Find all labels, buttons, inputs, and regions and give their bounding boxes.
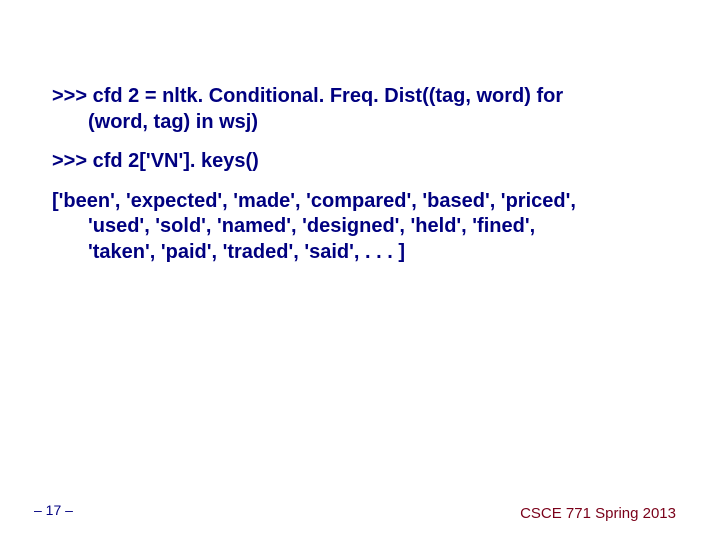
code-line: 'taken', 'paid', 'traded', 'said', . . .… bbox=[52, 240, 680, 266]
course-label: CSCE 771 Spring 2013 bbox=[520, 505, 676, 522]
code-line: (word, tag) in wsj) bbox=[52, 110, 680, 136]
code-line: ['been', 'expected', 'made', 'compared',… bbox=[52, 189, 680, 215]
code-block-3: ['been', 'expected', 'made', 'compared',… bbox=[52, 189, 680, 266]
slide-container: >>> cfd 2 = nltk. Conditional. Freq. Dis… bbox=[0, 0, 720, 540]
page-number: – 17 – bbox=[34, 502, 73, 518]
slide-content: >>> cfd 2 = nltk. Conditional. Freq. Dis… bbox=[52, 84, 680, 280]
code-line: >>> cfd 2['VN']. keys() bbox=[52, 149, 680, 175]
code-line: 'used', 'sold', 'named', 'designed', 'he… bbox=[52, 214, 680, 240]
code-line: >>> cfd 2 = nltk. Conditional. Freq. Dis… bbox=[52, 84, 680, 110]
code-block-1: >>> cfd 2 = nltk. Conditional. Freq. Dis… bbox=[52, 84, 680, 135]
code-block-2: >>> cfd 2['VN']. keys() bbox=[52, 149, 680, 175]
